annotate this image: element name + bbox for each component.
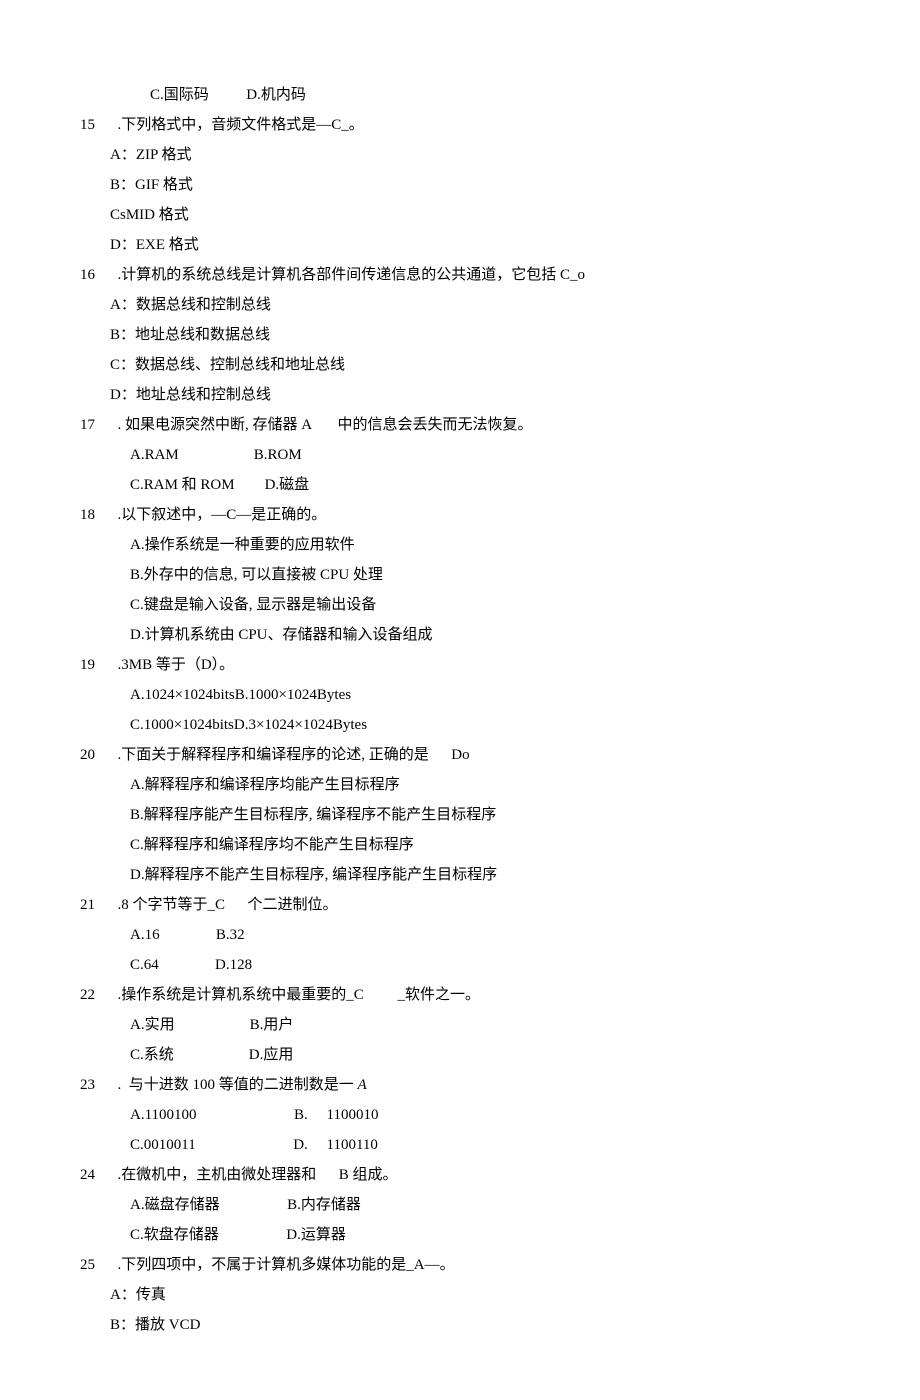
text-line: D.计算机系统由 CPU、存储器和输入设备组成 — [80, 620, 840, 650]
text-line: A.操作系统是一种重要的应用软件 — [80, 530, 840, 560]
text-line: 20 .下面关于解释程序和编译程序的论述, 正确的是 Do — [80, 740, 840, 770]
question-text: .计算机的系统总线是计算机各部件间传递信息的公共通道，它包括 C_o — [110, 260, 585, 290]
text-line: 23 . 与十进数 100 等值的二进制数是一 A — [80, 1070, 840, 1100]
text-line: A.RAM B.ROM — [80, 440, 840, 470]
question-text: .操作系统是计算机系统中最重要的_C _软件之一。 — [110, 980, 480, 1010]
text-line: 16 .计算机的系统总线是计算机各部件间传递信息的公共通道，它包括 C_o — [80, 260, 840, 290]
text-line: A.1100100 B. 1100010 — [80, 1100, 840, 1130]
question-number: 17 — [80, 410, 110, 440]
question-text: .下列四项中，不属于计算机多媒体功能的是_A—。 — [110, 1250, 455, 1280]
text-line: C：数据总线、控制总线和地址总线 — [80, 350, 840, 380]
question-text: .8 个字节等于_C 个二进制位。 — [110, 890, 338, 920]
text-line: D：地址总线和控制总线 — [80, 380, 840, 410]
text-line: C.软盘存储器 D.运算器 — [80, 1220, 840, 1250]
text-line: D：EXE 格式 — [80, 230, 840, 260]
text-line: C.0010011 D. 1100110 — [80, 1130, 840, 1160]
text-line: C.系统 D.应用 — [80, 1040, 840, 1070]
text-line: A.磁盘存储器 B.内存储器 — [80, 1190, 840, 1220]
text-line: A.实用 B.用户 — [80, 1010, 840, 1040]
text-line: 18 .以下叙述中，—C—是正确的。 — [80, 500, 840, 530]
question-number: 22 — [80, 980, 110, 1010]
text-line: 24 .在微机中，主机由微处理器和 B 组成。 — [80, 1160, 840, 1190]
text-line: B：GIF 格式 — [80, 170, 840, 200]
question-number: 16 — [80, 260, 110, 290]
text-line: CsMID 格式 — [80, 200, 840, 230]
question-number: 20 — [80, 740, 110, 770]
text-line: B.解释程序能产生目标程序, 编译程序不能产生目标程序 — [80, 800, 840, 830]
text-line: 22 .操作系统是计算机系统中最重要的_C _软件之一。 — [80, 980, 840, 1010]
question-number: 23 — [80, 1070, 110, 1100]
question-text: . 如果电源突然中断, 存储器 A 中的信息会丢失而无法恢复。 — [110, 410, 533, 440]
text-line: C.RAM 和 ROM D.磁盘 — [80, 470, 840, 500]
text-line: A.16 B.32 — [80, 920, 840, 950]
text-line: B：播放 VCD — [80, 1310, 840, 1340]
text-line: B.外存中的信息, 可以直接被 CPU 处理 — [80, 560, 840, 590]
question-number: 21 — [80, 890, 110, 920]
text-line: C.解释程序和编译程序均不能产生目标程序 — [80, 830, 840, 860]
text-line: B：地址总线和数据总线 — [80, 320, 840, 350]
text-line: C.国际码 D.机内码 — [80, 80, 840, 110]
text-line: C.1000×1024bitsD.3×1024×1024Bytes — [80, 710, 840, 740]
text-line: A.解释程序和编译程序均能产生目标程序 — [80, 770, 840, 800]
text-line: 15 .下列格式中，音频文件格式是—C_。 — [80, 110, 840, 140]
text-line: 25 .下列四项中，不属于计算机多媒体功能的是_A—。 — [80, 1250, 840, 1280]
question-text: .下面关于解释程序和编译程序的论述, 正确的是 Do — [110, 740, 470, 770]
text-line: 17 . 如果电源突然中断, 存储器 A 中的信息会丢失而无法恢复。 — [80, 410, 840, 440]
question-number: 25 — [80, 1250, 110, 1280]
text-line: 19 .3MB 等于（D）。 — [80, 650, 840, 680]
text-line: A：数据总线和控制总线 — [80, 290, 840, 320]
question-text: .以下叙述中，—C—是正确的。 — [110, 500, 326, 530]
question-text: .3MB 等于（D）。 — [110, 650, 234, 680]
question-number: 18 — [80, 500, 110, 530]
question-number: 19 — [80, 650, 110, 680]
text-line: D.解释程序不能产生目标程序, 编译程序能产生目标程序 — [80, 860, 840, 890]
question-number: 24 — [80, 1160, 110, 1190]
text-line: A：传真 — [80, 1280, 840, 1310]
document-body: C.国际码 D.机内码15 .下列格式中，音频文件格式是—C_。A：ZIP 格式… — [80, 80, 840, 1340]
question-number: 15 — [80, 110, 110, 140]
question-text: .下列格式中，音频文件格式是—C_。 — [110, 110, 364, 140]
text-line: C.键盘是输入设备, 显示器是输出设备 — [80, 590, 840, 620]
question-text: . 与十进数 100 等值的二进制数是一 A — [110, 1070, 367, 1100]
text-line: 21 .8 个字节等于_C 个二进制位。 — [80, 890, 840, 920]
text-line: A：ZIP 格式 — [80, 140, 840, 170]
question-text: .在微机中，主机由微处理器和 B 组成。 — [110, 1160, 398, 1190]
text-line: C.64 D.128 — [80, 950, 840, 980]
text-line: A.1024×1024bitsB.1000×1024Bytes — [80, 680, 840, 710]
